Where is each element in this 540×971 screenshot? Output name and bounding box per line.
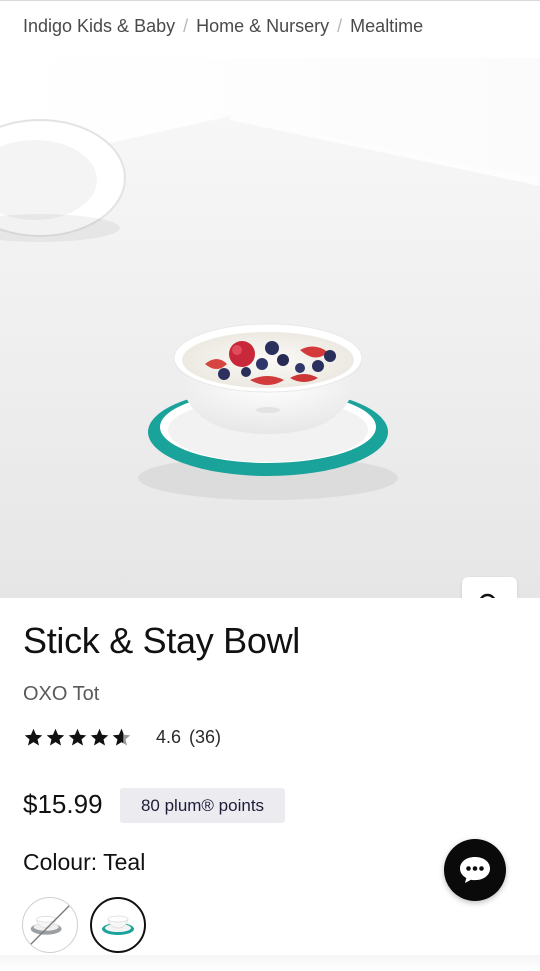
star-icon (24, 728, 43, 746)
zoom-button[interactable] (462, 577, 517, 598)
breadcrumb-item-indigo-kids-baby[interactable]: Indigo Kids & Baby (23, 16, 175, 37)
chat-bubble-icon (460, 857, 490, 883)
plum-points-badge: 80 plum® points (120, 788, 285, 823)
product-image-gallery[interactable] (0, 58, 540, 598)
breadcrumb-separator: / (183, 15, 189, 36)
breadcrumb-item-mealtime[interactable]: Mealtime (350, 16, 423, 37)
search-icon (479, 593, 495, 598)
swatch-teal-selected[interactable] (90, 897, 146, 953)
breadcrumb-separator: / (337, 15, 343, 36)
swatch-teal-image (102, 915, 134, 935)
bottom-shadow (0, 955, 540, 971)
breadcrumb-item-home-nursery[interactable]: Home & Nursery (196, 16, 329, 37)
product-title: Stick & Stay Bowl (23, 620, 300, 661)
product-price: $15.99 (23, 789, 103, 819)
star-half-icon (112, 728, 131, 746)
review-count[interactable]: (36) (189, 727, 221, 748)
product-image (0, 58, 540, 598)
star-icon (68, 728, 87, 746)
star-icon (46, 728, 65, 746)
product-brand[interactable]: OXO Tot (23, 683, 99, 706)
rating-stars (23, 727, 132, 748)
rating-value: 4.6 (156, 727, 182, 747)
colour-label: Colour: Teal (23, 849, 146, 875)
swatch-grey-image (28, 903, 72, 947)
chat-button[interactable] (444, 839, 506, 901)
top-divider (0, 0, 540, 1)
product-rating[interactable]: 4.6 (36) (23, 727, 221, 748)
swatch-grey[interactable] (22, 897, 78, 953)
breadcrumb: Indigo Kids & Baby / Home & Nursery / Me… (23, 14, 423, 38)
star-icon (90, 728, 109, 746)
